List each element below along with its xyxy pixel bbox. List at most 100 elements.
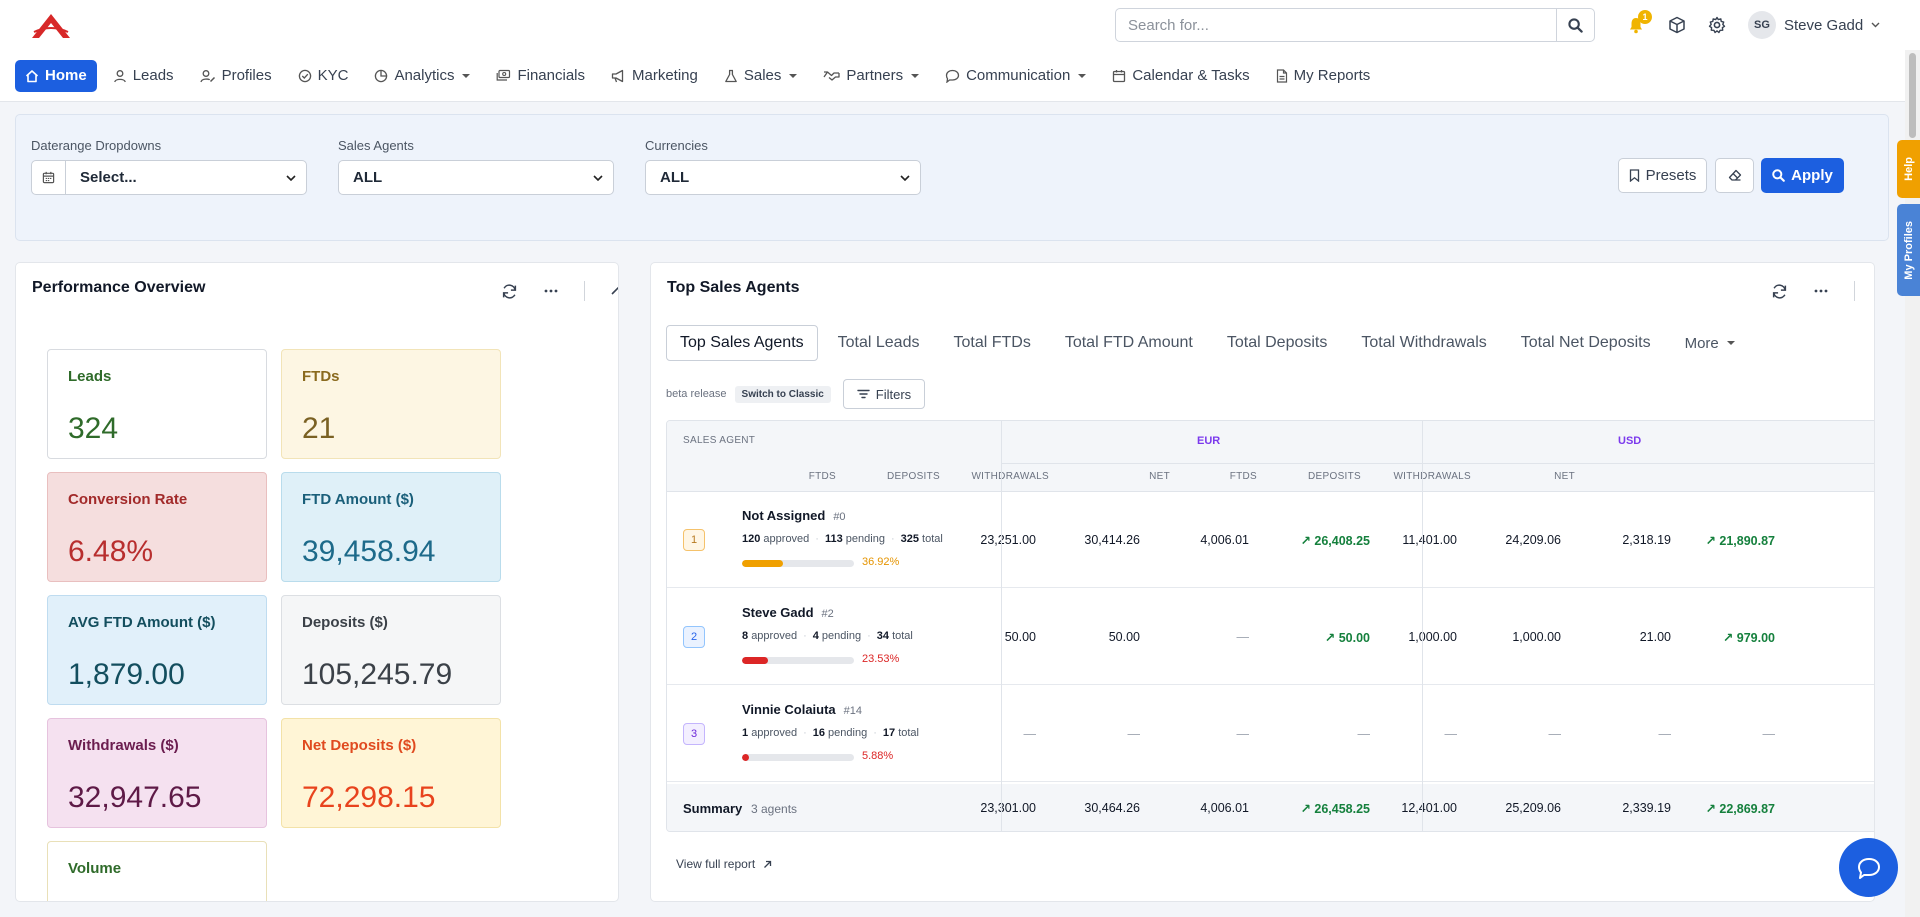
chevron-down-icon [593,174,603,181]
col-eur-withdrawals[interactable]: WITHDRAWALS [971,471,1049,482]
metric-card-ftds[interactable]: FTDs 21 [281,349,501,459]
notification-badge: 1 [1638,10,1652,24]
metric-card-net-deposits[interactable]: Net Deposits ($) 72,298.15 [281,718,501,828]
total-count: 34 [876,630,889,642]
nav-communication[interactable]: Communication [935,60,1096,92]
col-usd-net[interactable]: NET [1554,471,1575,482]
main-nav: Home Leads Profiles KYC Analytics Financ… [0,50,1920,102]
more-dots-icon[interactable] [1814,289,1828,293]
metric-card-ftd-amount[interactable]: FTD Amount ($) 39,458.94 [281,472,501,582]
agent-stats: 1 approved · 16 pending · 17 total [742,727,919,739]
top-bar: 1 SG Steve Gadd [0,0,1920,50]
col-eur-ftds[interactable]: FTDS [809,471,836,482]
chevron-up-icon[interactable] [611,287,619,295]
clear-filters-button[interactable] [1715,158,1754,193]
caret-down-icon [1726,341,1735,345]
nav-sales[interactable]: Sales [714,60,808,92]
brand-logo-icon[interactable] [30,12,72,45]
more-dots-icon[interactable] [544,289,558,293]
top-sales-agents-panel: Top Sales Agents Top Sales Agents Total … [650,262,1875,902]
caret-down-icon [462,73,471,78]
help-side-tab[interactable]: Help [1897,140,1920,198]
switch-to-classic-button[interactable]: Switch to Classic [734,385,831,403]
tab-total-withdrawals[interactable]: Total Withdrawals [1347,325,1500,361]
nav-kyc[interactable]: KYC [288,60,359,92]
tab-total-ftds[interactable]: Total FTDs [939,325,1044,361]
table-row[interactable]: 3 Vinnie Colaiuta #14 1 approved · 16 pendi… [667,686,1874,782]
col-usd-deposits[interactable]: DEPOSITS [1308,471,1361,482]
apply-button[interactable]: Apply [1761,158,1844,193]
nav-marketing[interactable]: Marketing [601,60,708,92]
metric-card-volume[interactable]: Volume [47,841,267,901]
summary-usd-withdrawals: 2,339.19 [1622,801,1671,815]
metric-card-conversion-rate[interactable]: Conversion Rate 6.48% [47,472,267,582]
col-eur-net[interactable]: NET [1149,471,1170,482]
nav-my-reports[interactable]: My Reports [1266,60,1381,92]
scrollbar-thumb[interactable] [1909,53,1916,138]
total-count: 325 [900,533,919,545]
metric-tabs: Top Sales Agents Total Leads Total FTDs … [666,325,1755,361]
nav-partners[interactable]: Partners [813,60,929,92]
currencies-select[interactable]: ALL [645,160,921,195]
metric-card-avg-ftd-amount[interactable]: AVG FTD Amount ($) 1,879.00 [47,595,267,705]
view-full-report-link[interactable]: View full report [676,857,772,871]
pending-count: 4 [812,630,819,642]
daterange-select[interactable]: Select... [31,160,307,195]
nav-my-reports-label: My Reports [1293,67,1371,84]
presets-button[interactable]: Presets [1618,158,1707,193]
panel-actions [501,281,619,301]
metric-card-leads[interactable]: Leads 324 [47,349,267,459]
beta-bar: beta release Switch to Classic Filters [666,379,926,409]
sales-agents-select[interactable]: ALL [338,160,614,195]
metric-label: Net Deposits ($) [302,737,417,754]
settings-button[interactable] [1708,0,1726,50]
table-row[interactable]: 2 Steve Gadd #2 8 approved · 4 pending · 34 t… [667,589,1874,685]
search-button[interactable] [1556,9,1594,41]
tab-total-leads[interactable]: Total Leads [824,325,934,361]
tab-more[interactable]: More [1671,325,1749,361]
nav-profiles[interactable]: Profiles [190,60,282,92]
usd-withdrawals-value: 2,318.19 [1622,533,1671,547]
agent-name-text: Vinnie Colaiuta [742,702,836,717]
nav-analytics[interactable]: Analytics [364,60,480,92]
col-eur-deposits[interactable]: DEPOSITS [887,471,940,482]
nav-leads[interactable]: Leads [103,60,184,92]
col-usd-ftds[interactable]: FTDS [1230,471,1257,482]
my-profiles-side-tab[interactable]: My Profiles [1897,204,1920,296]
col-sales-agent[interactable]: SALES AGENT [683,435,755,446]
presets-label: Presets [1645,167,1697,184]
approved-count: 120 [742,533,761,545]
packages-button[interactable] [1668,0,1686,50]
metric-card-deposits[interactable]: Deposits ($) 105,245.79 [281,595,501,705]
metric-value: 6.48% [68,535,154,568]
notifications-button[interactable] [1628,0,1644,50]
search-input[interactable] [1116,9,1556,41]
tab-total-deposits[interactable]: Total Deposits [1213,325,1342,361]
col-usd-withdrawals[interactable]: WITHDRAWALS [1393,471,1471,482]
chat-button[interactable] [1839,838,1898,897]
approved-count: 1 [742,727,749,739]
home-icon [25,69,39,82]
tab-total-net-deposits[interactable]: Total Net Deposits [1507,325,1665,361]
nav-financials[interactable]: Financials [486,60,595,92]
summary-label: Summary [683,801,743,816]
metric-card-withdrawals[interactable]: Withdrawals ($) 32,947.65 [47,718,267,828]
agent-stats: 8 approved · 4 pending · 34 total [742,630,913,642]
refresh-icon[interactable] [501,283,518,300]
daterange-value: Select... [80,169,137,186]
metric-value: 39,458.94 [302,535,436,568]
chart-pie-icon [375,69,388,82]
nav-home[interactable]: Home [15,59,97,92]
agent-name-text: Steve Gadd [742,605,814,620]
table-row[interactable]: 1 Not Assigned #0 120 approved · 113 pendin… [667,492,1874,588]
pending-label: pending [828,727,868,739]
refresh-icon[interactable] [1771,283,1788,300]
agent-name: Steve Gadd #2 [742,605,834,620]
user-edit-icon [199,69,215,82]
filters-button[interactable]: Filters [842,379,926,409]
user-menu[interactable]: SG Steve Gadd [1748,10,1880,40]
tab-top-sales-agents[interactable]: Top Sales Agents [666,325,818,361]
tab-total-ftd-amount[interactable]: Total FTD Amount [1051,325,1207,361]
nav-calendar-tasks[interactable]: Calendar & Tasks [1102,60,1259,92]
metric-value: 324 [68,412,119,445]
